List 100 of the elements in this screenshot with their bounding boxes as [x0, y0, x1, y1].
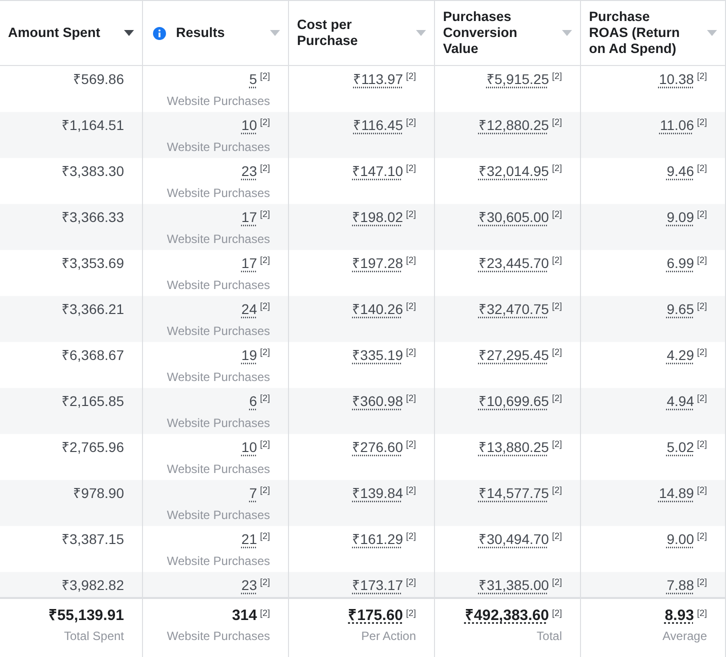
metric-value[interactable]: ₹161.29: [352, 530, 403, 548]
footnote-mark: [2]: [406, 392, 416, 404]
result-type-label: Website Purchases: [166, 462, 270, 476]
metric-value[interactable]: ₹276.60: [352, 438, 403, 456]
metric-value[interactable]: ₹32,014.95: [478, 162, 549, 180]
footnote-mark: [2]: [406, 116, 416, 128]
footnote-mark: [2]: [696, 300, 707, 312]
result-type-label: Website Purchases: [166, 508, 270, 522]
footnote-mark: [2]: [260, 576, 270, 588]
result-type-label: Website Purchases: [166, 278, 270, 292]
metric-value[interactable]: 9.46: [666, 162, 694, 180]
column-header[interactable]: Cost per Purchase: [297, 17, 397, 49]
metric-value[interactable]: 7.88: [666, 576, 694, 594]
column-header[interactable]: Purchases Conversion Value: [443, 9, 543, 57]
metric-value[interactable]: ₹13,880.25: [478, 438, 549, 456]
metric-value[interactable]: ₹5,915.25: [486, 70, 549, 88]
footnote-mark: [2]: [260, 346, 270, 358]
metric-value[interactable]: ₹30,494.70: [478, 530, 549, 548]
metric-value[interactable]: ₹147.10: [352, 162, 403, 180]
metric-value[interactable]: ₹139.84: [352, 484, 403, 502]
metric-value[interactable]: ₹116.45: [353, 116, 403, 134]
metric-value[interactable]: ₹23,445.70: [478, 254, 549, 272]
metric-value[interactable]: 10: [241, 438, 257, 456]
metric-value[interactable]: 5: [249, 70, 257, 88]
total-value: ₹492,383.60: [464, 607, 549, 625]
footnote-mark: [2]: [552, 392, 562, 404]
metric-value[interactable]: ₹113.97: [353, 70, 403, 88]
footnote-mark: [2]: [260, 530, 270, 542]
metric-value[interactable]: ₹27,295.45: [478, 346, 549, 364]
footnote-mark: [2]: [260, 300, 270, 312]
amount-text: ₹3,353.69: [62, 254, 124, 272]
footnote-mark: [2]: [696, 208, 707, 220]
metric-value[interactable]: ₹32,470.75: [478, 300, 549, 318]
metric-value[interactable]: ₹335.19: [352, 346, 403, 364]
total-label: Per Action: [361, 629, 416, 643]
footnote-mark: [2]: [552, 607, 562, 619]
footnote-mark: [2]: [552, 254, 562, 266]
metric-value[interactable]: ₹360.98: [352, 392, 403, 410]
metric-value[interactable]: ₹12,880.25: [478, 116, 549, 134]
metric-value[interactable]: 9.00: [666, 530, 694, 548]
footnote-mark: [2]: [552, 300, 562, 312]
metric-value[interactable]: 10: [241, 116, 257, 134]
metric-value[interactable]: ₹30,605.00: [478, 208, 549, 226]
sort-caret-icon[interactable]: [124, 30, 134, 36]
metric-value[interactable]: 17: [241, 208, 257, 226]
metric-value[interactable]: ₹140.26: [352, 300, 403, 318]
result-type-label: Website Purchases: [166, 94, 270, 108]
amount-text: ₹3,383.30: [62, 162, 124, 180]
metric-value[interactable]: 19: [241, 346, 257, 364]
footnote-mark: [2]: [260, 162, 270, 174]
column-header[interactable]: Purchase ROAS (Return on Ad Spend): [589, 9, 689, 57]
footnote-mark: [2]: [552, 162, 562, 174]
metric-value[interactable]: 21: [241, 530, 257, 548]
metric-value[interactable]: ₹10,699.65: [478, 392, 549, 410]
metric-value[interactable]: 11.06: [660, 116, 694, 134]
footnote-mark: [2]: [406, 208, 416, 220]
amount-text: ₹978.90: [73, 484, 124, 502]
footnote-mark: [2]: [260, 438, 270, 450]
metric-value[interactable]: 10.38: [658, 70, 694, 88]
footnote-mark: [2]: [552, 116, 562, 128]
metric-value[interactable]: 5.02: [666, 438, 694, 456]
footnote-mark: [2]: [696, 116, 707, 128]
footnote-mark: [2]: [260, 208, 270, 220]
total-value: ₹175.60: [348, 607, 403, 625]
footnote-mark: [2]: [406, 484, 416, 496]
result-type-label: Website Purchases: [166, 554, 270, 568]
total-value: 8.93: [664, 607, 694, 625]
footnote-mark: [2]: [406, 70, 416, 82]
column-header[interactable]: Results: [176, 25, 264, 41]
footnote-mark: [2]: [406, 438, 416, 450]
metric-value[interactable]: ₹173.17: [352, 576, 403, 594]
metric-value[interactable]: 4.94: [666, 392, 694, 410]
amount-text: ₹569.86: [73, 70, 124, 88]
metric-value[interactable]: ₹31,385.00: [478, 576, 549, 594]
footnote-mark: [2]: [552, 484, 562, 496]
footnote-mark: [2]: [696, 392, 707, 404]
metric-value[interactable]: 6.99: [666, 254, 694, 272]
metric-value[interactable]: ₹197.28: [352, 254, 403, 272]
total-label: Total Spent: [64, 629, 124, 643]
result-type-label: Website Purchases: [166, 232, 270, 246]
total-value: 314: [232, 607, 257, 625]
metric-value[interactable]: 6: [249, 392, 257, 410]
footnote-mark: [2]: [552, 438, 562, 450]
metric-value[interactable]: 23: [241, 576, 257, 594]
metric-value[interactable]: ₹198.02: [352, 208, 403, 226]
amount-text: ₹3,366.33: [62, 208, 124, 226]
metric-value[interactable]: 7: [249, 484, 257, 502]
metric-value[interactable]: 9.09: [666, 208, 694, 226]
amount-text: ₹2,165.85: [62, 392, 124, 410]
metric-value[interactable]: 14.89: [658, 484, 694, 502]
metric-value[interactable]: 17: [241, 254, 257, 272]
footnote-mark: [2]: [696, 162, 707, 174]
metric-value[interactable]: ₹14,577.75: [478, 484, 549, 502]
metric-value[interactable]: 9.65: [666, 300, 694, 318]
metric-value[interactable]: 23: [241, 162, 257, 180]
total-label: Total: [536, 629, 562, 643]
column-header[interactable]: Amount Spent: [8, 25, 108, 41]
metric-value[interactable]: 24: [241, 300, 257, 318]
metric-value[interactable]: 4.29: [666, 346, 694, 364]
footnote-mark: [2]: [406, 300, 416, 312]
